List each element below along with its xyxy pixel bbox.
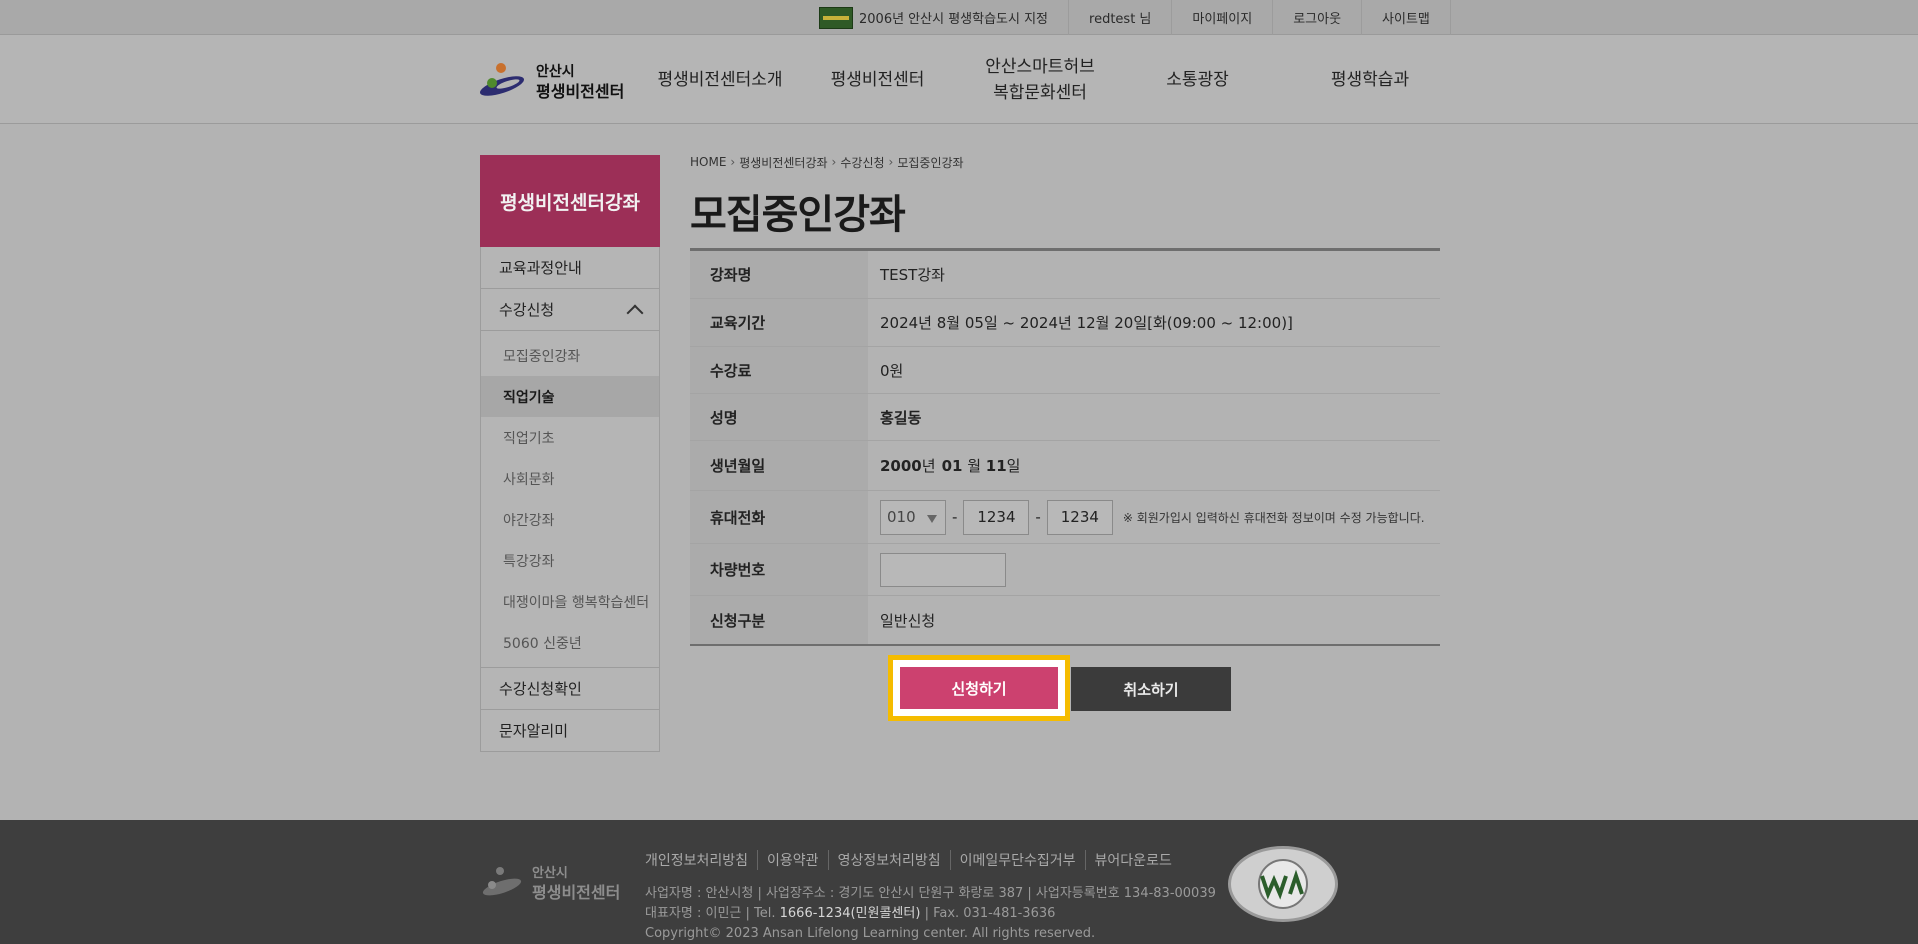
form-row-name: 성명 홍길동 xyxy=(690,394,1440,441)
nav-item-community[interactable]: 소통광장 xyxy=(1125,35,1270,124)
car-number-input[interactable] xyxy=(880,552,1006,587)
chevron-right-icon: › xyxy=(888,155,894,169)
site-header: 안산시 평생비전센터 평생비전센터소개 평생비전센터 안산스마트허브 복합문화센… xyxy=(0,35,1918,124)
footer-link-email-refusal[interactable]: 이메일무단수집거부 xyxy=(960,850,1086,870)
form-row-course: 강좌명 TEST강좌 xyxy=(690,251,1440,299)
city-badge-icon xyxy=(819,6,853,29)
sidebar-item-registration-check[interactable]: 수강신청확인 xyxy=(480,668,660,710)
footer-link-viewer[interactable]: 뷰어다운로드 xyxy=(1095,850,1181,870)
footer-logo-mark-icon xyxy=(482,867,522,896)
birth-value: 2000 년 01 월 11 일 xyxy=(880,456,1021,476)
mypage-link[interactable]: 마이페이지 xyxy=(1171,0,1272,35)
cancel-button[interactable]: 취소하기 xyxy=(1071,667,1231,711)
site-footer: 안산시 평생비전센터 개인정보처리방침 이용약관 영상정보처리방침 이메일무단수… xyxy=(0,820,1918,944)
form-row-birth: 생년월일 2000 년 01 월 11 일 xyxy=(690,441,1440,491)
copyright: Copyright© 2023 Ansan Lifelong Learning … xyxy=(645,926,1096,941)
form-row-fee: 수강료 0원 xyxy=(690,347,1440,394)
sidebar-item-registration[interactable]: 수강신청 xyxy=(480,289,660,331)
chevron-right-icon: › xyxy=(730,155,736,169)
web-accessibility-mark-icon xyxy=(1228,846,1338,922)
submenu-night-course[interactable]: 야간강좌 xyxy=(481,499,659,540)
logo-line1: 안산시 xyxy=(536,64,575,80)
breadcrumb-current: 모집중인강좌 xyxy=(897,155,964,170)
submenu-vocational-skill[interactable]: 직업기술 xyxy=(481,376,659,417)
page-title: 모집중인강좌 xyxy=(690,192,906,238)
phone-label: 휴대전화 xyxy=(690,491,868,543)
footer-logo: 안산시 평생비전센터 xyxy=(480,862,625,902)
phone-note: ※ 회원가입시 입력하신 휴대전화 정보이며 수정 가능합니다. xyxy=(1122,510,1425,525)
logout-link[interactable]: 로그아웃 xyxy=(1272,0,1361,35)
name-value: 홍길동 xyxy=(880,408,922,427)
nav-item-intro[interactable]: 평생비전센터소개 xyxy=(645,35,795,124)
course-name-label: 강좌명 xyxy=(690,251,868,298)
submenu-recruiting[interactable]: 모집중인강좌 xyxy=(481,335,659,376)
submenu-social-culture[interactable]: 사회문화 xyxy=(481,458,659,499)
footer-link-cctv[interactable]: 영상정보처리방침 xyxy=(838,850,951,870)
course-name-value: TEST강좌 xyxy=(880,266,945,284)
car-number-label: 차량번호 xyxy=(690,544,868,595)
main-content: HOME › 평생비전센터강좌 › 수강신청 › 모집중인강좌 모집중인강좌 강… xyxy=(690,150,1440,646)
sitemap-link[interactable]: 사이트맵 xyxy=(1361,0,1451,35)
breadcrumb-level1[interactable]: 평생비전센터강좌 xyxy=(739,154,827,171)
logo-mark-icon xyxy=(480,63,524,96)
logo-line2: 평생비전센터 xyxy=(536,82,625,101)
chevron-up-icon xyxy=(626,304,644,322)
nav-item-lifelong-dept[interactable]: 평생학습과 xyxy=(1295,35,1445,124)
form-row-type: 신청구분 일반신청 xyxy=(690,596,1440,644)
footer-link-privacy[interactable]: 개인정보처리방침 xyxy=(645,850,759,870)
application-form: 강좌명 TEST강좌 교육기간 2024년 8월 05일 ~ 2024년 12월… xyxy=(690,248,1440,646)
button-area: 신청하기 취소하기 xyxy=(888,655,1233,723)
phone-middle-input[interactable]: 1234 xyxy=(963,499,1030,535)
footer-link-terms[interactable]: 이용약관 xyxy=(767,850,829,870)
submenu-special-lecture[interactable]: 특강강좌 xyxy=(481,540,659,581)
top-utility-bar: 2006년 안산시 평생학습도시 지정 redtest 님 마이페이지 로그아웃… xyxy=(0,0,1918,35)
form-row-phone: 휴대전화 010 - 1234 - 1234 ※ 회원가입시 입력하신 휴대전화… xyxy=(690,491,1440,544)
sidebar-item-course-guide[interactable]: 교육과정안내 xyxy=(480,247,660,289)
user-name: redtest 님 xyxy=(1068,0,1171,35)
side-menu: 평생비전센터강좌 교육과정안내 수강신청 모집중인강좌 직업기술 직업기초 사회… xyxy=(480,155,660,752)
form-row-period: 교육기간 2024년 8월 05일 ~ 2024년 12월 20일[화(09:0… xyxy=(690,299,1440,347)
chevron-right-icon: › xyxy=(831,155,837,169)
site-logo[interactable]: 안산시 평생비전센터 xyxy=(478,59,638,109)
breadcrumb-level2[interactable]: 수강신청 xyxy=(840,154,884,171)
application-type-label: 신청구분 xyxy=(690,596,868,644)
lifelong-city-badge: 2006년 안산시 평생학습도시 지정 xyxy=(815,0,1068,35)
nav-item-smarthub[interactable]: 안산스마트허브 복합문화센터 xyxy=(960,35,1120,124)
fee-label: 수강료 xyxy=(690,347,868,393)
phone-last-input[interactable]: 1234 xyxy=(1046,499,1113,535)
submenu-village-center[interactable]: 대쟁이마을 행복학습센터 xyxy=(481,581,659,622)
breadcrumb: HOME › 평생비전센터강좌 › 수강신청 › 모집중인강좌 xyxy=(690,150,1440,174)
submenu-vocational-basic[interactable]: 직업기초 xyxy=(481,417,659,458)
footer-links: 개인정보처리방침 이용약관 영상정보처리방침 이메일무단수집거부 뷰어다운로드 xyxy=(645,850,1190,870)
application-type-value: 일반신청 xyxy=(880,611,936,630)
breadcrumb-home[interactable]: HOME xyxy=(690,155,726,169)
nav-item-center[interactable]: 평생비전센터 xyxy=(800,35,955,124)
sidebar-item-sms-alert[interactable]: 문자알리미 xyxy=(480,710,660,752)
form-row-car: 차량번호 xyxy=(690,544,1440,596)
phone-prefix-select[interactable]: 010 xyxy=(880,499,946,535)
period-label: 교육기간 xyxy=(690,299,868,346)
fee-value: 0원 xyxy=(880,361,904,380)
name-label: 성명 xyxy=(690,394,868,440)
registration-submenu: 모집중인강좌 직업기술 직업기초 사회문화 야간강좌 특강강좌 대쟁이마을 행복… xyxy=(480,331,660,668)
period-value: 2024년 8월 05일 ~ 2024년 12월 20일[화(09:00 ~ 1… xyxy=(880,314,1293,332)
footer-tel: 1666-1234(민원콜센터) xyxy=(779,906,921,921)
submenu-5060[interactable]: 5060 신중년 xyxy=(481,622,659,663)
apply-button[interactable]: 신청하기 xyxy=(900,667,1058,709)
dropdown-arrow-icon xyxy=(927,514,937,523)
side-menu-title: 평생비전센터강좌 xyxy=(480,155,660,247)
birth-label: 생년월일 xyxy=(690,441,868,490)
footer-info: 사업자명 : 안산시청 | 사업장주소 : 경기도 안산시 단원구 화랑로 38… xyxy=(645,884,1216,944)
